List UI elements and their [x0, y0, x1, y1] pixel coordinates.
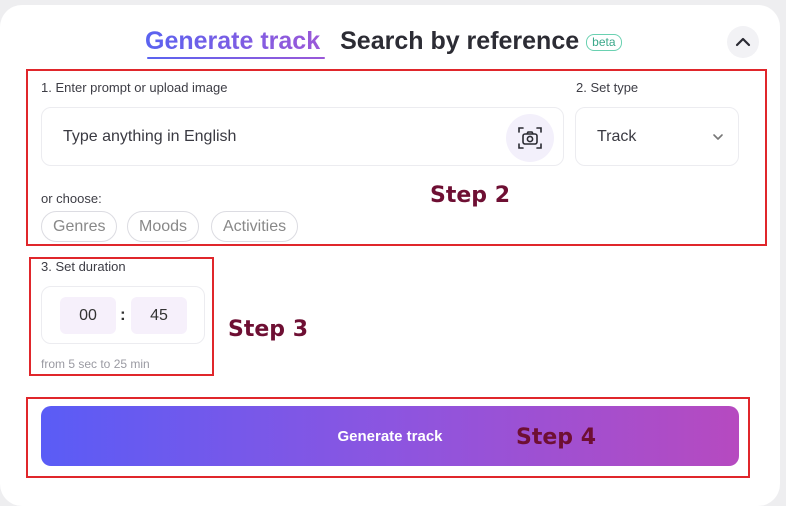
annotation-step2: Step 2 [430, 183, 510, 208]
annotation-box-step2 [26, 69, 767, 246]
collapse-button[interactable] [727, 26, 759, 58]
tab-generate-track[interactable]: Generate track [145, 27, 320, 56]
chevron-up-icon [735, 37, 751, 47]
annotation-step4: Step 4 [516, 425, 596, 450]
annotation-box-step4 [26, 397, 750, 478]
tab-search-by-reference[interactable]: Search by reference [340, 27, 579, 56]
annotation-step3: Step 3 [228, 317, 308, 342]
active-tab-underline [147, 57, 325, 59]
annotation-box-step3 [29, 257, 214, 376]
tab-bar: Generate track Search by reference beta [145, 27, 622, 56]
beta-badge: beta [586, 34, 622, 51]
